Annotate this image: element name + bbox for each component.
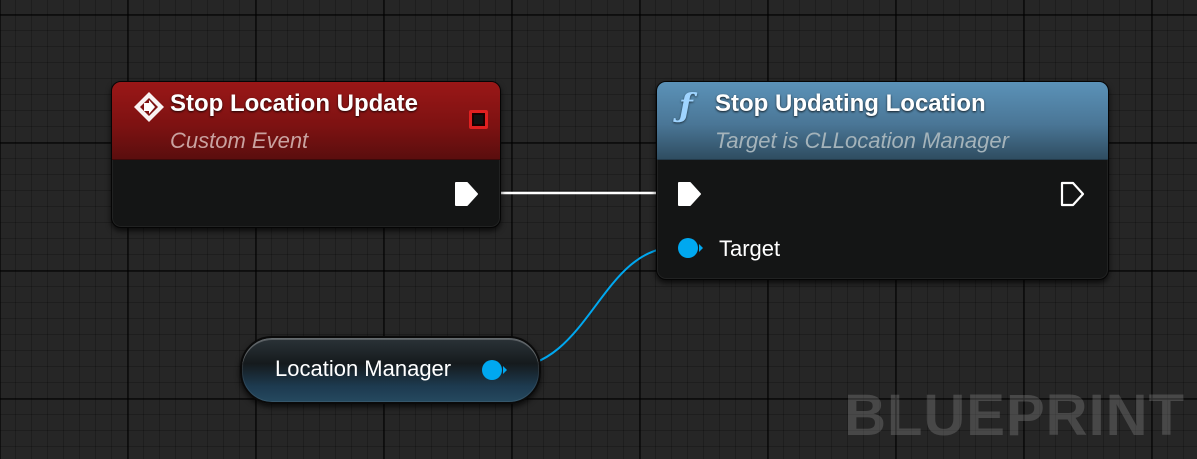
exec-input-pin[interactable] (675, 180, 703, 208)
exec-then-output-pin[interactable] (1058, 180, 1086, 208)
event-node-header[interactable]: Stop Location Update Custom Event (112, 82, 500, 160)
function-icon: ƒ (679, 86, 693, 124)
variable-output-pin[interactable] (481, 357, 507, 383)
function-node-subtitle: Target is CLLocation Manager (715, 128, 1009, 153)
target-input-pin[interactable] (677, 235, 703, 261)
variable-label: Location Manager (275, 356, 452, 381)
function-node-title: Stop Updating Location (715, 90, 986, 117)
function-node-header[interactable]: ƒ Stop Updating Location Target is CLLoc… (657, 82, 1108, 160)
exec-output-pin[interactable] (452, 180, 480, 208)
event-node-subtitle: Custom Event (170, 128, 309, 153)
custom-event-icon (134, 92, 164, 122)
custom-event-node[interactable]: Stop Location Update Custom Event (111, 81, 501, 228)
function-call-node[interactable]: ƒ Stop Updating Location Target is CLLoc… (656, 81, 1109, 280)
event-node-title: Stop Location Update (170, 90, 418, 117)
blueprint-watermark: BLUEPRINT (844, 383, 1185, 448)
delegate-output-pin[interactable] (469, 110, 488, 129)
location-manager-variable-node[interactable]: Location Manager (240, 336, 541, 404)
target-pin-label: Target (719, 236, 781, 261)
